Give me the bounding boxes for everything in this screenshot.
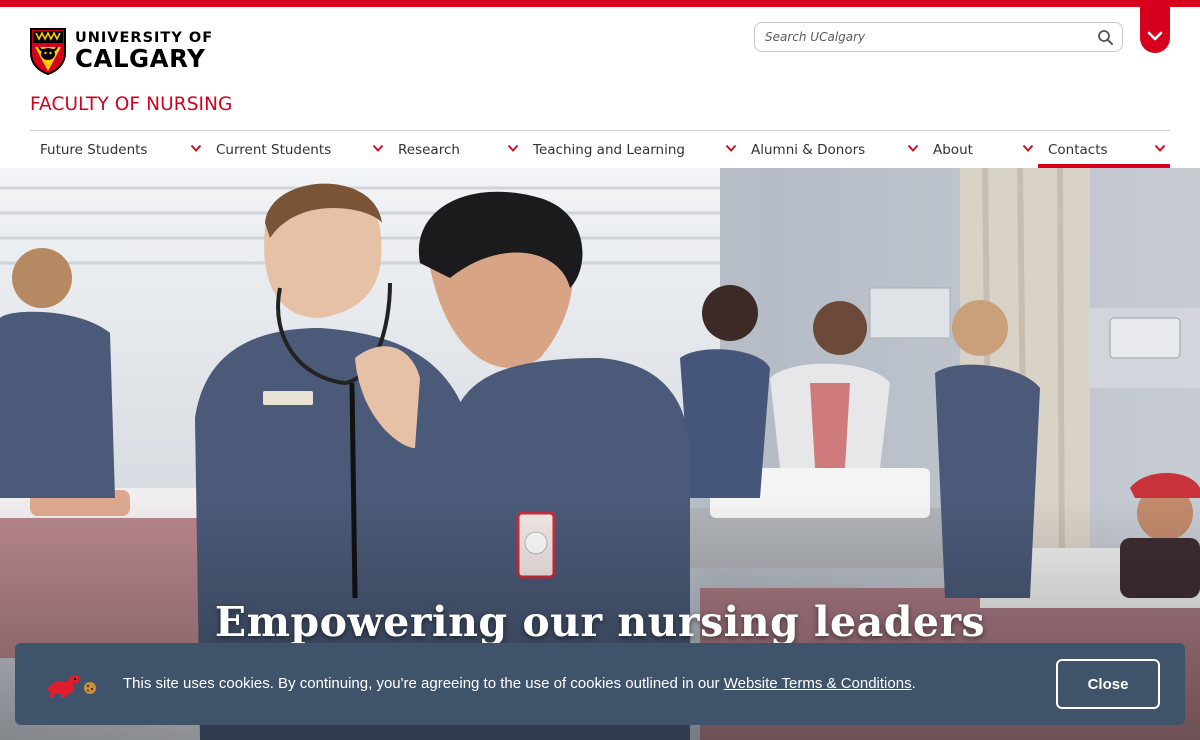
- top-red-bar: [0, 0, 1200, 7]
- nav-label: Current Students: [216, 142, 332, 158]
- faculty-title: FACULTY OF NURSING: [30, 94, 233, 115]
- chevron-down-icon: [372, 144, 384, 152]
- nav-label: Contacts: [1048, 142, 1108, 158]
- cookie-icon: [84, 682, 96, 694]
- nav-label: Teaching and Learning: [533, 142, 685, 158]
- hero-title: Empowering our nursing leaders: [214, 598, 986, 646]
- nav-item-about[interactable]: About: [923, 131, 1038, 168]
- nav-item-alumni-donors[interactable]: Alumni & Donors: [741, 131, 923, 168]
- chevron-down-icon: [1147, 31, 1163, 41]
- nav-label: Research: [398, 142, 460, 158]
- nav-label: Alumni & Donors: [751, 142, 866, 158]
- crest-logo-icon: [30, 28, 66, 75]
- logo-line2: CALGARY: [75, 44, 206, 73]
- terms-link[interactable]: Website Terms & Conditions: [724, 675, 912, 692]
- cookie-message-text: This site uses cookies. By continuing, y…: [123, 675, 720, 692]
- cookie-banner: This site uses cookies. By continuing, y…: [15, 643, 1185, 725]
- nav-item-research[interactable]: Research: [388, 131, 523, 168]
- search-box: [754, 22, 1123, 52]
- search-icon[interactable]: [1097, 29, 1114, 46]
- chevron-down-icon: [907, 144, 919, 152]
- search-input[interactable]: [765, 28, 1085, 46]
- nav-item-future-students[interactable]: Future Students: [30, 131, 206, 168]
- menu-toggle-tab[interactable]: [1140, 0, 1170, 53]
- nav-label: About: [933, 142, 973, 158]
- nav-item-teaching-and-learning[interactable]: Teaching and Learning: [523, 131, 741, 168]
- university-logo[interactable]: UNIVERSITY OF CALGARY: [29, 27, 213, 75]
- main-nav: Future Students Current Students Researc…: [30, 130, 1170, 168]
- close-button[interactable]: Close: [1056, 659, 1160, 709]
- cookie-message: This site uses cookies. By continuing, y…: [123, 675, 916, 692]
- chevron-down-icon: [190, 144, 202, 152]
- chevron-down-icon: [1022, 144, 1034, 152]
- nav-label: Future Students: [40, 142, 148, 158]
- nav-item-contacts[interactable]: Contacts: [1038, 131, 1170, 168]
- cookie-suffix: .: [911, 675, 916, 692]
- nav-item-current-students[interactable]: Current Students: [206, 131, 388, 168]
- chevron-down-icon: [1154, 144, 1166, 152]
- chevron-down-icon: [725, 144, 737, 152]
- chevron-down-icon: [507, 144, 519, 152]
